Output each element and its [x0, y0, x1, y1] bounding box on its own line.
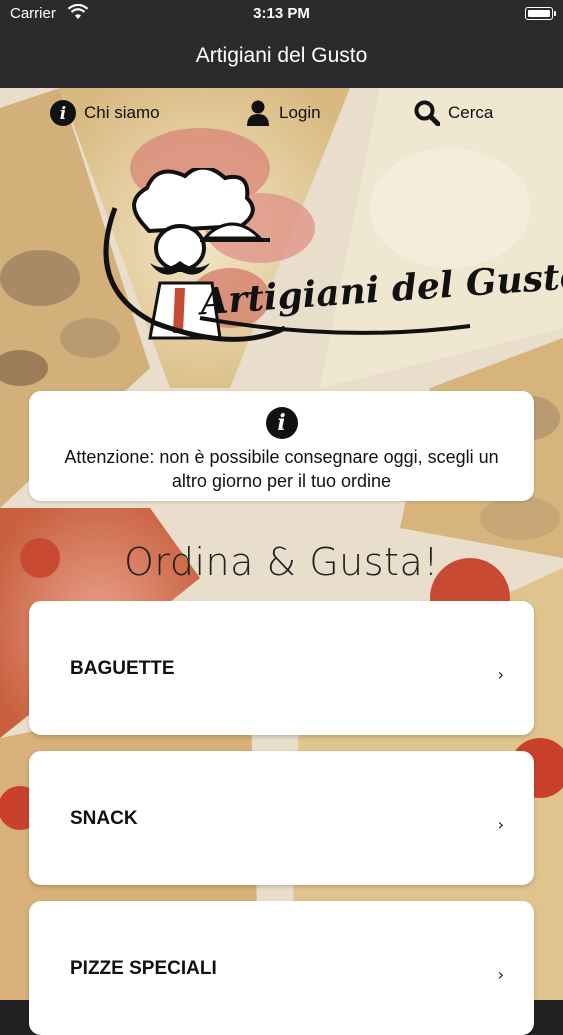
quick-nav-login[interactable]: Login	[245, 100, 321, 126]
notice-message: Attenzione: non è possibile consegnare o…	[64, 447, 499, 491]
battery-icon	[525, 7, 556, 20]
status-bar: Carrier 3:13 PM	[0, 0, 563, 30]
delivery-notice-card: i Attenzione: non è possibile consegnare…	[29, 391, 534, 501]
chevron-right-icon: ›	[497, 665, 504, 684]
user-icon	[245, 100, 271, 126]
status-time: 3:13 PM	[253, 5, 310, 22]
search-icon	[414, 100, 440, 126]
quick-nav: i Chi siamo Login Cerca	[0, 100, 563, 130]
chevron-right-icon: ›	[497, 815, 504, 834]
quick-nav-cerca[interactable]: Cerca	[414, 100, 493, 126]
info-icon: i	[265, 407, 298, 439]
nav-title: Artigiani del Gusto	[195, 44, 368, 67]
category-label: PIZZE SPECIALI	[70, 958, 217, 979]
section-title: Ordina & Gusta!	[124, 540, 439, 584]
category-card-baguette[interactable]: BAGUETTE ›	[29, 601, 534, 735]
quick-nav-label: Cerca	[448, 103, 494, 122]
category-label: SNACK	[70, 808, 138, 829]
category-card-pizze-speciali[interactable]: PIZZE SPECIALI ›	[29, 901, 534, 1035]
chevron-right-icon: ›	[497, 965, 504, 984]
quick-nav-label: Login	[279, 103, 321, 122]
info-icon: i	[50, 100, 76, 126]
category-label: BAGUETTE	[70, 658, 175, 679]
quick-nav-label: Chi siamo	[84, 103, 160, 122]
category-card-snack[interactable]: SNACK ›	[29, 751, 534, 885]
svg-text:i: i	[60, 104, 66, 124]
quick-nav-chi-siamo[interactable]: i Chi siamo	[50, 100, 160, 126]
top-bar: Carrier 3:13 PM Artigiani del Gusto	[0, 0, 563, 88]
brand-logo: Artigiani del Gusto	[90, 165, 563, 343]
